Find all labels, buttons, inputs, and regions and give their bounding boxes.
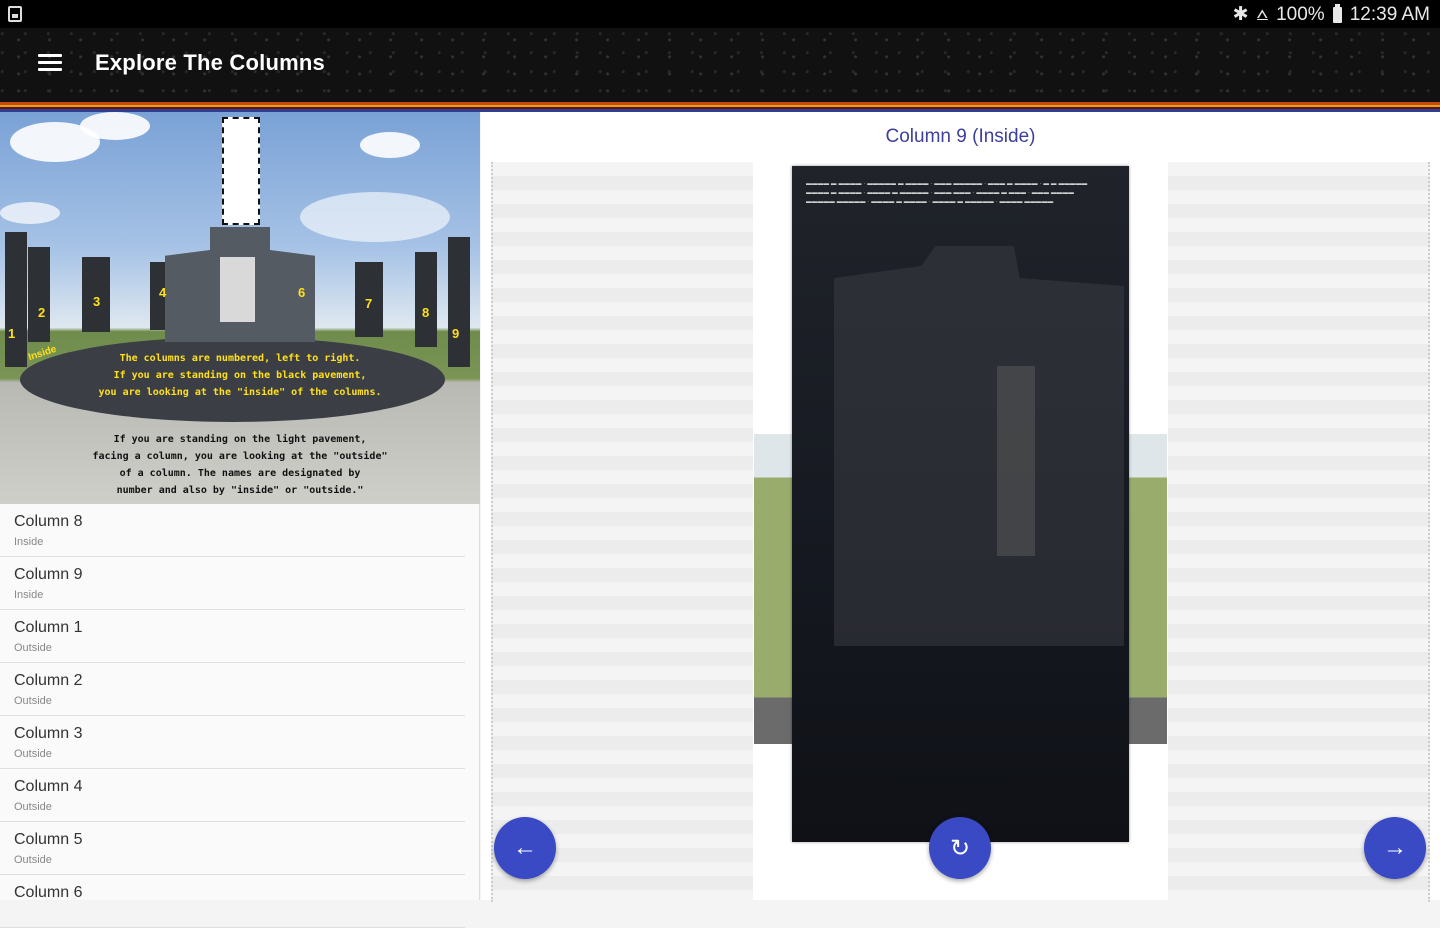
list-item[interactable]: Column 1 Outside <box>0 610 465 663</box>
list-item-title: Column 4 <box>14 778 83 795</box>
list-item-title: Column 2 <box>14 672 83 689</box>
next-button[interactable]: → <box>1364 817 1426 879</box>
decorative-stripes <box>0 102 1440 112</box>
arrow-right-icon: → <box>1383 834 1407 861</box>
inside-explanation: The columns are numbered, left to right.… <box>0 350 480 401</box>
pillar <box>28 247 50 342</box>
list-item-title: Column 9 <box>14 566 83 583</box>
cloud <box>300 192 450 242</box>
list-item[interactable]: Column 4 Outside <box>0 769 465 822</box>
status-bar: ✱ ⩟ 100% 12:39 AM <box>0 0 1440 28</box>
rotate-icon: ↻ <box>949 834 971 862</box>
outside-explanation: If you are standing on the light pavemen… <box>0 431 480 499</box>
status-right: ✱ ⩟ 100% 12:39 AM <box>1233 3 1430 26</box>
app-bar: Explore The Columns <box>0 28 1440 112</box>
list-item-subtitle: Outside <box>14 854 52 866</box>
pillar-number: 3 <box>93 294 101 309</box>
list-item-title: Column 6 <box>14 884 83 901</box>
pillar <box>448 237 470 367</box>
rotate-button[interactable]: ↻ <box>929 817 991 879</box>
hamburger-menu-icon[interactable] <box>38 54 62 72</box>
clock: 12:39 AM <box>1349 3 1430 25</box>
wifi-icon: ⩟ <box>1256 3 1269 25</box>
list-item[interactable]: Column 2 Outside <box>0 663 465 716</box>
hero-text-line: The columns are numbered, left to right. <box>119 353 361 364</box>
pillar-number: 6 <box>298 285 306 300</box>
hero-text-line: facing a column, you are looking at the … <box>92 451 388 462</box>
next-column-preview[interactable] <box>1168 162 1430 902</box>
pillar-number: 9 <box>452 326 460 341</box>
column-photo[interactable]: ▬▬▬▬ ▬ ▬▬▬▬ · ▬▬▬▬▬ ▬ ▬▬▬▬ · ▬▬▬ ▬▬▬▬▬ ·… <box>792 166 1129 842</box>
hero-text-line: If you are standing on the light pavemen… <box>113 434 367 445</box>
previous-column-preview[interactable] <box>491 162 753 902</box>
memorial-overview-image: 1 2 3 4 6 7 8 9 Inside The columns are n… <box>0 112 480 504</box>
page-title: Explore The Columns <box>95 50 325 75</box>
pillar-number: 8 <box>422 305 430 320</box>
hero-text-line: of a column. The names are designated by <box>119 468 361 479</box>
battery-percent: 100% <box>1276 3 1325 25</box>
monument-panel <box>220 257 255 322</box>
engraved-names: ▬▬▬▬ ▬ ▬▬▬▬ · ▬▬▬▬▬ ▬ ▬▬▬▬ · ▬▬▬ ▬▬▬▬▬ ·… <box>806 181 1088 205</box>
reflection-panel <box>997 366 1035 556</box>
list-item-subtitle: Outside <box>14 748 52 760</box>
left-pane: 1 2 3 4 6 7 8 9 Inside The columns are n… <box>0 112 480 928</box>
list-item-subtitle: Inside <box>14 589 44 601</box>
list-item-subtitle: Outside <box>14 801 52 813</box>
column-key-sign <box>222 117 260 225</box>
pillar-number: 7 <box>365 296 373 311</box>
battery-icon <box>1332 3 1342 23</box>
cloud <box>80 112 150 140</box>
pillar <box>415 252 437 347</box>
list-item[interactable]: Column 3 Outside <box>0 716 465 769</box>
list-item[interactable]: Column 9 Inside <box>0 557 465 610</box>
cloud <box>360 132 420 158</box>
column-title: Column 9 (Inside) <box>885 126 1036 147</box>
column-detail-pane: Column 9 (Inside) ▬▬▬▬ ▬ ▬▬▬▬ · ▬▬▬▬▬ ▬ … <box>481 112 1440 902</box>
hero-text-line: you are looking at the "inside" of the c… <box>98 387 382 398</box>
list-item-title: Column 8 <box>14 513 83 530</box>
pillar-number: 2 <box>38 305 46 320</box>
list-item[interactable]: Column 8 Inside <box>0 504 465 557</box>
list-item[interactable]: Column 6 <box>0 875 465 928</box>
pillar <box>5 232 27 367</box>
previous-button[interactable]: ← <box>494 817 556 879</box>
column-list: Column 8 Inside Column 9 Inside Column 1 Ou… <box>0 504 479 928</box>
list-item-subtitle: Outside <box>14 642 52 654</box>
hero-text-line: If you are standing on the black pavemen… <box>113 370 367 381</box>
arrow-left-icon: ← <box>513 834 537 861</box>
list-item-title: Column 1 <box>14 619 83 636</box>
list-item-subtitle: Inside <box>14 536 44 548</box>
pillar-number: 4 <box>159 285 167 300</box>
cloud <box>0 202 60 224</box>
list-item-title: Column 3 <box>14 725 83 742</box>
bluetooth-icon: ✱ <box>1232 4 1249 25</box>
pillar-number: 1 <box>8 326 16 341</box>
list-item[interactable]: Column 5 Outside <box>0 822 465 875</box>
list-item-subtitle: Outside <box>14 695 52 707</box>
monument-reflection <box>834 246 1124 646</box>
notification-icon <box>8 6 22 22</box>
hero-text-line: number and also by "inside" or "outside.… <box>116 485 364 496</box>
list-item-title: Column 5 <box>14 831 83 848</box>
